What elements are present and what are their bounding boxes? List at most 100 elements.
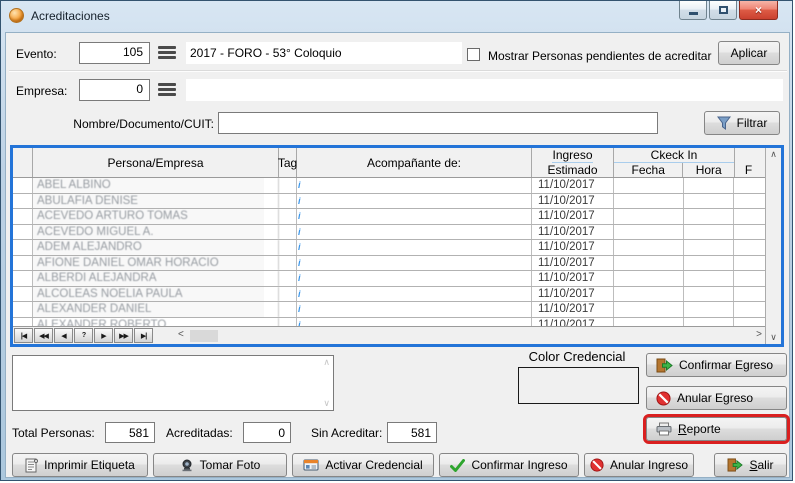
persona-cell[interactable]: ABEL ALBINO (33, 178, 279, 193)
empresa-lookup-icon[interactable] (158, 83, 176, 96)
table-row[interactable]: ALEXANDER ROBERTO i 11/10/2017 (13, 318, 765, 327)
scroll-left-icon[interactable]: < (178, 329, 184, 340)
tag-cell[interactable] (279, 178, 297, 193)
hora-cell[interactable] (684, 271, 734, 286)
ingreso-estimado-cell[interactable]: 11/10/2017 (532, 194, 614, 209)
evento-number-field[interactable]: 105 (79, 42, 150, 64)
acompanante-cell[interactable]: i (297, 209, 532, 224)
imprimir-etiqueta-button[interactable]: Imprimir Etiqueta (12, 453, 148, 477)
persona-cell[interactable]: ABULAFIA DENISE (33, 194, 279, 209)
hora-cell[interactable] (684, 287, 734, 302)
grid-body[interactable]: ABEL ALBINO i 11/10/2017 ABULAFIA DENISE… (13, 178, 765, 326)
persona-cell[interactable]: ACEVEDO ARTURO TOMAS (33, 209, 279, 224)
tag-cell[interactable] (279, 225, 297, 240)
row-selector-cell[interactable] (13, 240, 33, 255)
fecha-cell[interactable] (614, 256, 684, 271)
hora-cell[interactable] (684, 194, 734, 209)
tag-cell[interactable] (279, 302, 297, 317)
persona-cell[interactable]: AFIONE DANIEL OMAR HORACIO (33, 256, 279, 271)
ingreso-estimado-cell[interactable]: 11/10/2017 (532, 178, 614, 193)
row-selector-cell[interactable] (13, 209, 33, 224)
hora-cell[interactable] (684, 302, 734, 317)
row-selector-cell[interactable] (13, 318, 33, 327)
acompanante-cell[interactable]: i (297, 194, 532, 209)
titlebar[interactable]: Acreditaciones (1, 1, 792, 30)
table-row[interactable]: ABEL ALBINO i 11/10/2017 (13, 178, 765, 194)
minimize-button[interactable] (679, 1, 707, 20)
activar-credencial-button[interactable]: Activar Credencial (292, 453, 434, 477)
row-selector-cell[interactable] (13, 271, 33, 286)
column-selector[interactable] (13, 148, 33, 177)
acompanante-cell[interactable]: i (297, 178, 532, 193)
fecha-cell[interactable] (614, 318, 684, 327)
acompanante-cell[interactable]: i (297, 287, 532, 302)
partial-cell[interactable] (734, 256, 765, 271)
partial-cell[interactable] (734, 271, 765, 286)
acompanante-cell[interactable]: i (297, 302, 532, 317)
row-selector-cell[interactable] (13, 302, 33, 317)
ingreso-estimado-cell[interactable]: 11/10/2017 (532, 271, 614, 286)
grid-nav-button[interactable]: ◀◀ (34, 328, 53, 343)
scroll-down-icon[interactable]: ∨ (770, 332, 777, 343)
fecha-cell[interactable] (614, 302, 684, 317)
fecha-cell[interactable] (614, 225, 684, 240)
grid-nav-button[interactable]: ▶▶ (114, 328, 133, 343)
acompanante-cell[interactable]: i (297, 318, 532, 327)
persona-cell[interactable]: ALCOLEAS NOELIA PAULA (33, 287, 279, 302)
tag-cell[interactable] (279, 256, 297, 271)
ingreso-estimado-cell[interactable]: 11/10/2017 (532, 302, 614, 317)
anular-egreso-button[interactable]: Anular Egreso (646, 386, 787, 410)
tag-cell[interactable] (279, 287, 297, 302)
partial-cell[interactable] (734, 178, 765, 193)
fecha-cell[interactable] (614, 178, 684, 193)
scroll-right-icon[interactable]: > (756, 329, 762, 340)
vertical-scrollbar[interactable]: ∧ ∨ (765, 148, 781, 344)
column-partial[interactable]: F (735, 148, 765, 177)
partial-cell[interactable] (734, 240, 765, 255)
column-ingreso-estimado[interactable]: Ingreso Estimado (532, 148, 614, 177)
nombre-documento-cuit-input[interactable] (218, 112, 658, 134)
grid-nav-button[interactable]: ? (74, 328, 93, 343)
partial-cell[interactable] (734, 225, 765, 240)
table-row[interactable]: ADEM ALEJANDRO i 11/10/2017 (13, 240, 765, 256)
ingreso-estimado-cell[interactable]: 11/10/2017 (532, 240, 614, 255)
partial-cell[interactable] (734, 302, 765, 317)
hora-cell[interactable] (684, 209, 734, 224)
aplicar-button[interactable]: Aplicar (718, 41, 780, 65)
hora-cell[interactable] (684, 318, 734, 327)
anular-ingreso-button[interactable]: Anular Ingreso (584, 453, 694, 477)
persona-cell[interactable]: ALEXANDER ROBERTO (33, 318, 279, 327)
ingreso-estimado-cell[interactable]: 11/10/2017 (532, 256, 614, 271)
persona-cell[interactable]: ADEM ALEJANDRO (33, 240, 279, 255)
row-selector-cell[interactable] (13, 287, 33, 302)
fecha-cell[interactable] (614, 209, 684, 224)
table-row[interactable]: ACEVEDO MIGUEL A. i 11/10/2017 (13, 225, 765, 241)
grid-nav-button[interactable]: ▶| (134, 328, 153, 343)
row-selector-cell[interactable] (13, 225, 33, 240)
confirmar-ingreso-button[interactable]: Confirmar Ingreso (439, 453, 579, 477)
empresa-number-field[interactable]: 0 (79, 79, 150, 101)
table-row[interactable]: ACEVEDO ARTURO TOMAS i 11/10/2017 (13, 209, 765, 225)
ingreso-estimado-cell[interactable]: 11/10/2017 (532, 287, 614, 302)
close-button[interactable]: × (739, 1, 778, 20)
fecha-cell[interactable] (614, 287, 684, 302)
acompanante-cell[interactable]: i (297, 271, 532, 286)
row-selector-cell[interactable] (13, 178, 33, 193)
restore-button[interactable] (709, 1, 737, 20)
column-tag[interactable]: Tag (279, 148, 297, 177)
partial-cell[interactable] (734, 287, 765, 302)
hora-cell[interactable] (684, 178, 734, 193)
fecha-cell[interactable] (614, 240, 684, 255)
reporte-button[interactable]: Reporte (646, 417, 787, 441)
hora-cell[interactable] (684, 240, 734, 255)
table-row[interactable]: ABULAFIA DENISE i 11/10/2017 (13, 194, 765, 210)
horizontal-scrollbar[interactable]: < > (154, 328, 765, 344)
hora-cell[interactable] (684, 225, 734, 240)
row-selector-cell[interactable] (13, 194, 33, 209)
salir-button[interactable]: Salir (714, 453, 787, 477)
grid-nav-button[interactable]: |◀ (14, 328, 33, 343)
grid-nav-button[interactable]: ▶ (94, 328, 113, 343)
persona-cell[interactable]: ACEVEDO MIGUEL A. (33, 225, 279, 240)
hora-cell[interactable] (684, 256, 734, 271)
table-row[interactable]: AFIONE DANIEL OMAR HORACIO i 11/10/2017 (13, 256, 765, 272)
